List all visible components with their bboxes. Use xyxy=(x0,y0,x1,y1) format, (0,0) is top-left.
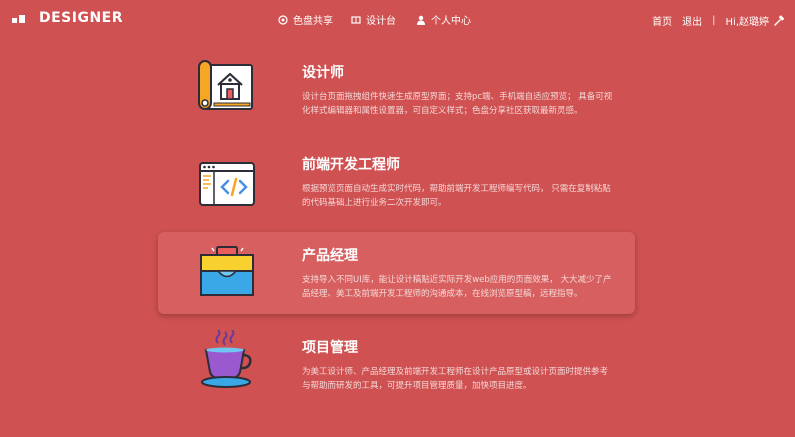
separator: | xyxy=(712,15,716,26)
top-navigation-bar: DESIGNER 色盘共享 设计台 个人中心 首页 退出 | Hi,赵璐婷 xyxy=(0,0,795,36)
nav-label: 设计台 xyxy=(366,16,396,27)
home-link[interactable]: 首页 xyxy=(652,13,672,28)
nav-label: 个人中心 xyxy=(431,16,471,27)
role-card-project-management[interactable]: 项目管理 为美工设计师、产品经理及前端开发工程师在设计产品原型或设计页面时提供参… xyxy=(158,324,635,406)
nav-design-desk[interactable]: 设计台 xyxy=(351,12,396,27)
role-description: 设计台页面拖拽组件快速生成原型界面；支持pc端、手机端自适应预览； 具备可视化样… xyxy=(302,92,613,116)
role-card-frontend-developer[interactable]: 前端开发工程师 根据预览页面自动生成实时代码，帮助前端开发工程师编写代码， 只需… xyxy=(158,141,635,223)
role-title: 设计师 xyxy=(302,65,344,81)
role-description: 为美工设计师、产品经理及前端开发工程师在设计产品原型或设计页面时提供参考与帮助而… xyxy=(302,367,609,391)
role-card-designer[interactable]: 设计师 设计台页面拖拽组件快速生成原型界面；支持pc端、手机端自适应预览； 具备… xyxy=(158,49,635,131)
hammer-icon[interactable] xyxy=(773,14,785,27)
nav-personal-center[interactable]: 个人中心 xyxy=(416,12,471,27)
blueprint-house-icon xyxy=(198,60,253,110)
coffee-cup-icon xyxy=(201,330,252,388)
role-title: 项目管理 xyxy=(302,340,358,356)
code-window-icon xyxy=(199,162,255,206)
user-icon xyxy=(417,15,425,25)
palette-icon xyxy=(278,14,288,25)
role-title: 产品经理 xyxy=(302,248,358,264)
user-greeting[interactable]: Hi,赵璐婷 xyxy=(726,13,769,28)
logo-icon xyxy=(12,14,26,24)
role-description: 支持导入不同UI库，能让设计稿贴近实际开发web应用的页面效果， 大大减少了产品… xyxy=(302,275,612,299)
briefcase-icon xyxy=(200,246,254,296)
nav-label: 色盘共享 xyxy=(293,16,333,27)
book-icon xyxy=(351,15,361,24)
logout-link[interactable]: 退出 xyxy=(682,13,702,28)
role-title: 前端开发工程师 xyxy=(302,157,400,173)
role-card-product-manager[interactable]: 产品经理 支持导入不同UI库，能让设计稿贴近实际开发web应用的页面效果， 大大… xyxy=(158,232,635,314)
nav-palette-share[interactable]: 色盘共享 xyxy=(278,12,333,27)
brand-name[interactable]: DESIGNER xyxy=(39,10,123,26)
user-menu: 首页 退出 | Hi,赵璐婷 xyxy=(652,13,785,28)
role-description: 根据预览页面自动生成实时代码，帮助前端开发工程师编写代码， 只需在复制粘贴的代码… xyxy=(302,184,611,208)
